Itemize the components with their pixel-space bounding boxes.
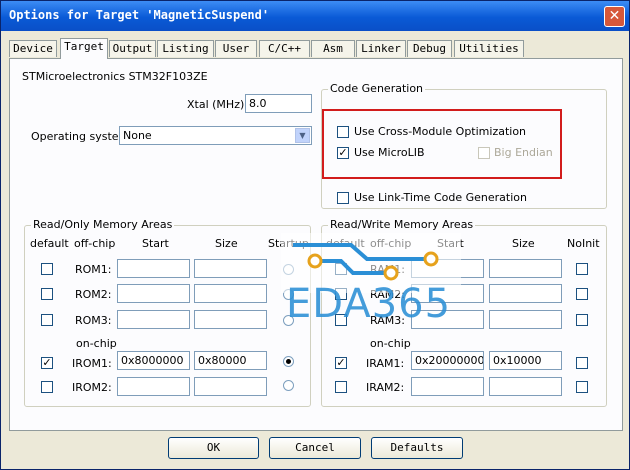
irom1-default-checkbox[interactable]: ✓: [41, 357, 53, 369]
iram2-start-input[interactable]: [411, 377, 484, 396]
title-bar[interactable]: Options for Target 'MagneticSuspend' ✕: [1, 1, 629, 31]
irom2-default-checkbox[interactable]: [41, 381, 53, 393]
rom2-start-input[interactable]: [117, 284, 190, 303]
close-button[interactable]: ✕: [604, 6, 625, 27]
rw-header-default: default: [326, 237, 365, 250]
irom2-startup-radio[interactable]: [283, 380, 294, 391]
ok-button[interactable]: OK: [168, 437, 259, 459]
iram2-size-input[interactable]: [489, 377, 562, 396]
link-time-label: Use Link-Time Code Generation: [354, 191, 527, 204]
ro-header-default: default: [30, 237, 69, 250]
ram1-noinit-checkbox[interactable]: [576, 263, 588, 275]
rom3-start-input[interactable]: [117, 310, 190, 329]
ram2-noinit-checkbox[interactable]: [576, 288, 588, 300]
radio-selected-dot: [286, 359, 291, 364]
xtal-input[interactable]: 8.0: [245, 94, 312, 113]
ram2-default-checkbox[interactable]: [335, 288, 347, 300]
irom1-size-input[interactable]: 0x80000: [194, 351, 267, 370]
ram2-size-input[interactable]: [489, 284, 562, 303]
rom2-startup-radio[interactable]: [283, 289, 294, 300]
tab-cc[interactable]: C/C++: [259, 40, 310, 57]
cancel-button[interactable]: Cancel: [269, 437, 361, 459]
rw-memory-title: Read/Write Memory Areas: [328, 218, 476, 231]
rom1-size-input[interactable]: [194, 259, 267, 278]
iram2-default-checkbox[interactable]: [335, 381, 347, 393]
irom1-label: IROM1:: [72, 357, 112, 370]
rom1-start-input[interactable]: [117, 259, 190, 278]
chevron-down-icon[interactable]: ▼: [295, 128, 310, 143]
ro-header-start: Start: [142, 237, 169, 250]
rw-header-start: Start: [437, 237, 464, 250]
ram3-size-input[interactable]: [489, 310, 562, 329]
os-select[interactable]: None ▼: [119, 126, 312, 145]
iram2-label: IRAM2:: [366, 381, 405, 394]
ram3-noinit-checkbox[interactable]: [576, 314, 588, 326]
rom3-size-input[interactable]: [194, 310, 267, 329]
irom2-start-input[interactable]: [117, 377, 190, 396]
iram1-size-input[interactable]: 0x10000: [489, 351, 562, 370]
tab-output[interactable]: Output: [109, 40, 156, 57]
irom2-label: IROM2:: [72, 381, 112, 394]
os-value: None: [123, 129, 152, 142]
rom3-label: ROM3:: [75, 314, 112, 327]
rom2-label: ROM2:: [75, 288, 112, 301]
rw-header-noinit: NoInit: [567, 237, 600, 250]
ram1-default-checkbox[interactable]: [335, 263, 347, 275]
tab-linker[interactable]: Linker: [356, 40, 406, 57]
device-name: STMicroelectronics STM32F103ZE: [22, 70, 208, 83]
ram3-default-checkbox[interactable]: [335, 314, 347, 326]
irom1-startup-radio[interactable]: [283, 356, 294, 367]
irom1-start-input[interactable]: 0x8000000: [117, 351, 190, 370]
xtal-label: Xtal (MHz):: [187, 98, 248, 111]
ram1-start-input[interactable]: [411, 259, 484, 278]
iram1-label: IRAM1:: [366, 357, 405, 370]
rw-header-offchip: off-chip: [370, 237, 412, 250]
rom2-size-input[interactable]: [194, 284, 267, 303]
rom1-label: ROM1:: [75, 263, 112, 276]
ro-header-offchip: off-chip: [74, 237, 116, 250]
tab-user[interactable]: User: [215, 40, 257, 57]
tab-target[interactable]: Target: [60, 38, 108, 59]
tab-listing[interactable]: Listing: [157, 40, 214, 57]
tab-asm[interactable]: Asm: [311, 40, 355, 57]
ro-header-startup: Startup: [268, 237, 309, 250]
iram1-default-checkbox[interactable]: ✓: [335, 357, 347, 369]
rom1-startup-radio[interactable]: [283, 264, 294, 275]
iram2-noinit-checkbox[interactable]: [576, 381, 588, 393]
link-time-checkbox[interactable]: [337, 192, 349, 204]
rom1-default-checkbox[interactable]: [41, 263, 53, 275]
rom3-startup-radio[interactable]: [283, 315, 294, 326]
options-dialog: Options for Target 'MagneticSuspend' ✕ D…: [0, 0, 630, 470]
iram1-noinit-checkbox[interactable]: [576, 357, 588, 369]
code-generation-title: Code Generation: [328, 82, 426, 95]
ro-header-size: Size: [215, 237, 238, 250]
tab-utilities[interactable]: Utilities: [454, 40, 524, 57]
ro-onchip-label: on-chip: [76, 337, 117, 350]
ram1-size-input[interactable]: [489, 259, 562, 278]
os-label: Operating system:: [31, 130, 133, 143]
rom2-default-checkbox[interactable]: [41, 288, 53, 300]
defaults-button[interactable]: Defaults: [371, 437, 463, 459]
ram2-start-input[interactable]: [411, 284, 484, 303]
ro-memory-title: Read/Only Memory Areas: [31, 218, 175, 231]
highlight-box: [322, 109, 562, 179]
rw-onchip-label: on-chip: [370, 337, 411, 350]
iram1-start-input[interactable]: 0x20000000: [411, 351, 484, 370]
tab-device[interactable]: Device: [9, 40, 57, 57]
ram3-label: RAM3:: [370, 314, 405, 327]
ram3-start-input[interactable]: [411, 310, 484, 329]
rw-header-size: Size: [512, 237, 535, 250]
window-title: Options for Target 'MagneticSuspend': [9, 8, 270, 22]
tab-debug[interactable]: Debug: [407, 40, 452, 57]
rom3-default-checkbox[interactable]: [41, 314, 53, 326]
close-icon: ✕: [608, 8, 621, 24]
irom2-size-input[interactable]: [194, 377, 267, 396]
ram2-label: RAM2:: [370, 288, 405, 301]
ram1-label: RAM1:: [370, 263, 405, 276]
